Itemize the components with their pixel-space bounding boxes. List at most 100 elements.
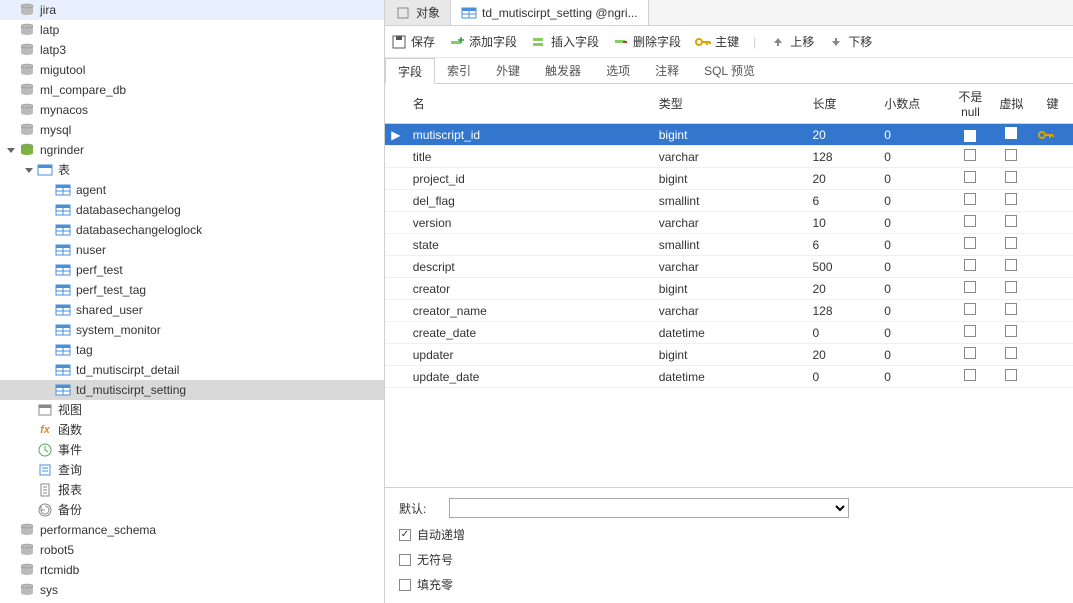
cell-type[interactable]: varchar [653,146,807,168]
notnull-checkbox[interactable] [964,259,976,271]
tree-node-table[interactable]: tag [0,340,384,360]
cell-decimal[interactable]: 0 [878,146,950,168]
cell-type[interactable]: bigint [653,168,807,190]
tree-node-db[interactable]: latp [0,20,384,40]
tree-node-folder-views[interactable]: 视图 [0,400,384,420]
tree-node-table[interactable]: shared_user [0,300,384,320]
cell-type[interactable]: varchar [653,300,807,322]
notnull-checkbox[interactable] [964,193,976,205]
cell-name[interactable]: creator_name [407,300,653,322]
cell-decimal[interactable]: 0 [878,278,950,300]
tree-node-table[interactable]: td_mutiscirpt_detail [0,360,384,380]
cell-name[interactable]: update_date [407,366,653,388]
virtual-checkbox[interactable] [1005,171,1017,183]
key-cell[interactable] [1032,344,1073,366]
tree-node-db[interactable]: mynacos [0,100,384,120]
cell-type[interactable]: smallint [653,234,807,256]
tree-node-table[interactable]: databasechangeloglock [0,220,384,240]
editor-tab[interactable]: 对象 [385,0,451,25]
col-name[interactable]: 名 [407,84,653,124]
cell-length[interactable]: 20 [806,344,878,366]
cell-decimal[interactable]: 0 [878,212,950,234]
cell-length[interactable]: 20 [806,168,878,190]
field-row[interactable]: title varchar 128 0 [385,146,1073,168]
tree-node-db[interactable]: rtcmidb [0,560,384,580]
subtab-0[interactable]: 字段 [385,58,435,84]
subtab-6[interactable]: SQL 预览 [692,58,768,83]
tree-node-db[interactable]: mysql [0,120,384,140]
notnull-checkbox[interactable] [964,171,976,183]
field-row[interactable]: del_flag smallint 6 0 [385,190,1073,212]
tree-node-folder-functions[interactable]: fx 函数 [0,420,384,440]
notnull-checkbox[interactable] [964,303,976,315]
notnull-checkbox[interactable] [964,149,976,161]
cell-decimal[interactable]: 0 [878,234,950,256]
cell-decimal[interactable]: 0 [878,300,950,322]
key-cell[interactable] [1032,212,1073,234]
cell-length[interactable]: 128 [806,146,878,168]
cell-length[interactable]: 6 [806,190,878,212]
field-row[interactable]: creator_name varchar 128 0 [385,300,1073,322]
delete-field-button[interactable]: 删除字段 [613,33,681,50]
col-decimal[interactable]: 小数点 [878,84,950,124]
cell-type[interactable]: varchar [653,212,807,234]
virtual-checkbox[interactable] [1005,215,1017,227]
cell-length[interactable]: 128 [806,300,878,322]
cell-type[interactable]: bigint [653,124,807,146]
cell-length[interactable]: 0 [806,322,878,344]
subtab-2[interactable]: 外键 [484,58,533,83]
tree-node-table[interactable]: td_mutiscirpt_setting [0,380,384,400]
primary-key-button[interactable]: 主键 [695,33,739,50]
database-tree[interactable]: jira latp latp3 migutool ml_compare_db m [0,0,385,603]
subtab-1[interactable]: 索引 [435,58,484,83]
key-cell[interactable] [1032,300,1073,322]
notnull-checkbox[interactable] [964,215,976,227]
col-key[interactable]: 键 [1032,84,1073,124]
save-button[interactable]: 保存 [391,33,435,50]
tree-toggle-icon[interactable] [22,164,34,176]
cell-name[interactable]: state [407,234,653,256]
col-type[interactable]: 类型 [653,84,807,124]
cell-decimal[interactable]: 0 [878,168,950,190]
cell-type[interactable]: smallint [653,190,807,212]
notnull-checkbox[interactable] [964,281,976,293]
editor-tab[interactable]: td_mutiscirpt_setting @ngri... [451,0,649,25]
key-cell[interactable] [1032,190,1073,212]
cell-length[interactable]: 20 [806,124,878,146]
tree-node-table[interactable]: agent [0,180,384,200]
key-cell[interactable] [1032,234,1073,256]
key-cell[interactable] [1032,366,1073,388]
tree-node-folder-backup[interactable]: 备份 [0,500,384,520]
auto-increment-checkbox[interactable] [399,529,411,541]
tree-node-table[interactable]: perf_test [0,260,384,280]
cell-decimal[interactable]: 0 [878,256,950,278]
virtual-checkbox[interactable] [1005,127,1017,139]
tree-node-db[interactable]: robot5 [0,540,384,560]
col-virtual[interactable]: 虚拟 [991,84,1032,124]
cell-decimal[interactable]: 0 [878,344,950,366]
virtual-checkbox[interactable] [1005,237,1017,249]
cell-type[interactable]: datetime [653,366,807,388]
add-field-button[interactable]: 添加字段 [449,33,517,50]
cell-decimal[interactable]: 0 [878,190,950,212]
field-row[interactable]: descript varchar 500 0 [385,256,1073,278]
field-row[interactable]: update_date datetime 0 0 [385,366,1073,388]
key-cell[interactable] [1032,124,1073,146]
insert-field-button[interactable]: 插入字段 [531,33,599,50]
unsigned-checkbox[interactable] [399,554,411,566]
key-cell[interactable] [1032,146,1073,168]
virtual-checkbox[interactable] [1005,347,1017,359]
cell-length[interactable]: 20 [806,278,878,300]
col-notnull[interactable]: 不是 null [950,84,991,124]
virtual-checkbox[interactable] [1005,303,1017,315]
cell-decimal[interactable]: 0 [878,124,950,146]
subtab-5[interactable]: 注释 [643,58,692,83]
virtual-checkbox[interactable] [1005,259,1017,271]
virtual-checkbox[interactable] [1005,149,1017,161]
cell-name[interactable]: creator [407,278,653,300]
field-row[interactable]: ▶ mutiscript_id bigint 20 0 [385,124,1073,146]
cell-name[interactable]: version [407,212,653,234]
cell-type[interactable]: varchar [653,256,807,278]
cell-name[interactable]: create_date [407,322,653,344]
cell-name[interactable]: mutiscript_id [407,124,653,146]
